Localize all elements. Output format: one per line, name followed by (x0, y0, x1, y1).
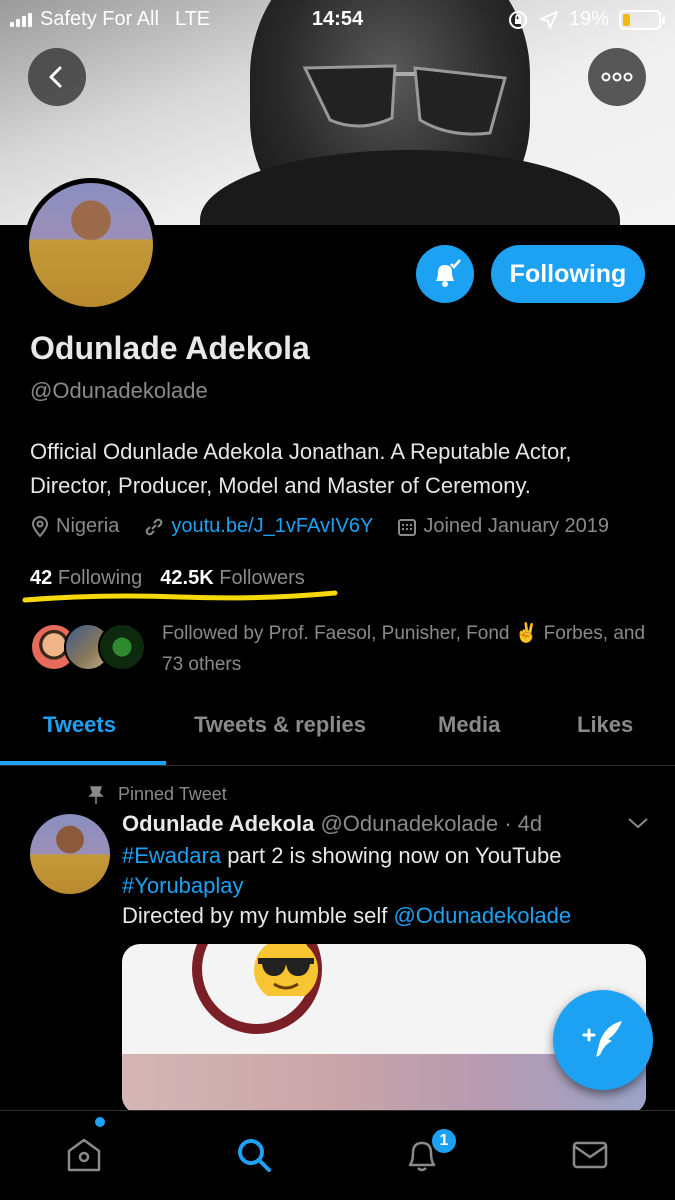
profile-name: Odunlade Adekola (30, 330, 310, 366)
followers-count: 42.5K (160, 567, 214, 589)
chevron-down-icon[interactable] (626, 815, 650, 831)
tweet-avatar[interactable] (30, 814, 110, 894)
profile-bio: Official Odunlade Adekola Jonathan. A Re… (30, 439, 572, 498)
more-icon (601, 72, 633, 82)
new-content-dot (95, 1117, 105, 1127)
followers-count-link[interactable]: 42.5K Followers (160, 567, 305, 590)
following-button[interactable]: Following (491, 245, 645, 303)
nav-home[interactable] (62, 1133, 106, 1177)
location-text: Nigeria (56, 515, 120, 537)
tweet-text-part: Directed by my humble self (122, 903, 394, 928)
compose-feather-icon (582, 1021, 622, 1057)
sunglasses-graphic (302, 64, 507, 136)
pin-icon (88, 785, 104, 804)
tab-media[interactable]: Media (438, 712, 500, 738)
tweet-author-handle: @Odunadekolade · 4d (320, 811, 543, 836)
chevron-left-icon (49, 66, 62, 88)
rotation-lock-icon (508, 10, 527, 29)
notification-badge: 1 (430, 1127, 458, 1155)
followers-word: Followers (219, 567, 305, 589)
calendar-icon (398, 518, 417, 536)
pinned-text: Pinned Tweet (118, 784, 227, 804)
followed-by-text: Followed by Prof. Faesol, Punisher, Fond… (162, 623, 646, 675)
search-icon (238, 1139, 271, 1172)
follow-counts: 42 Following 42.5K Followers (30, 567, 305, 590)
follower-avatar (98, 623, 146, 671)
active-tab-indicator (0, 761, 166, 765)
home-icon (67, 1138, 101, 1172)
profile-meta: Nigeria youtu.be/J_1vFAvIV6Y Joined Janu… (30, 515, 633, 538)
website[interactable]: youtu.be/J_1vFAvIV6Y (143, 515, 373, 538)
back-button[interactable] (28, 48, 86, 106)
website-link[interactable]: youtu.be/J_1vFAvIV6Y (171, 515, 373, 538)
tab-tweets-replies[interactable]: Tweets & replies (194, 712, 366, 738)
location-icon (539, 10, 558, 29)
following-count-link[interactable]: 42 Following (30, 567, 142, 590)
tweet-author-name[interactable]: Odunlade Adekola (122, 811, 314, 836)
mail-icon (572, 1141, 608, 1169)
location: Nigeria (30, 515, 119, 538)
hashtag-link[interactable]: #Yorubaplay (122, 873, 244, 898)
tweet-text-part: part 2 is showing now on YouTube (221, 843, 562, 868)
joined-text: Joined January 2019 (423, 515, 610, 537)
mention-link[interactable]: @Odunadekolade (393, 903, 571, 928)
profile-tabs: Tweets Tweets & replies Media Likes (0, 700, 675, 766)
hashtag-link[interactable]: #Ewadara (122, 843, 221, 868)
tweet-header: Odunlade Adekola @Odunadekolade · 4d (122, 811, 542, 837)
link-icon (146, 518, 163, 535)
battery-icon (619, 9, 665, 30)
nav-messages[interactable] (568, 1133, 612, 1177)
tab-tweets[interactable]: Tweets (43, 712, 116, 738)
highlight-underline (22, 590, 338, 603)
bell-check-icon (436, 259, 461, 287)
nav-search[interactable] (232, 1133, 276, 1177)
profile-avatar[interactable] (24, 178, 158, 312)
tweet-text: #Ewadara part 2 is showing now on YouTub… (122, 841, 642, 931)
location-pin-icon (31, 515, 49, 538)
followed-by[interactable]: Followed by Prof. Faesol, Punisher, Fond… (30, 615, 660, 680)
more-options-button[interactable] (588, 48, 646, 106)
status-bar: Safety For All LTE 14:54 19% (0, 0, 675, 38)
battery-percent: 19% (568, 8, 609, 30)
sunglasses-emoji-icon (254, 944, 318, 996)
compose-tweet-button[interactable] (553, 990, 653, 1090)
following-count: 42 (30, 567, 53, 589)
pinned-label: Pinned Tweet (88, 784, 227, 805)
following-word: Following (57, 567, 143, 589)
tab-likes[interactable]: Likes (577, 712, 633, 738)
joined-date: Joined January 2019 (397, 515, 609, 538)
profile-handle: @Odunadekolade (30, 378, 208, 403)
follower-avatars (30, 623, 150, 673)
notifications-toggle-button[interactable] (416, 245, 474, 303)
